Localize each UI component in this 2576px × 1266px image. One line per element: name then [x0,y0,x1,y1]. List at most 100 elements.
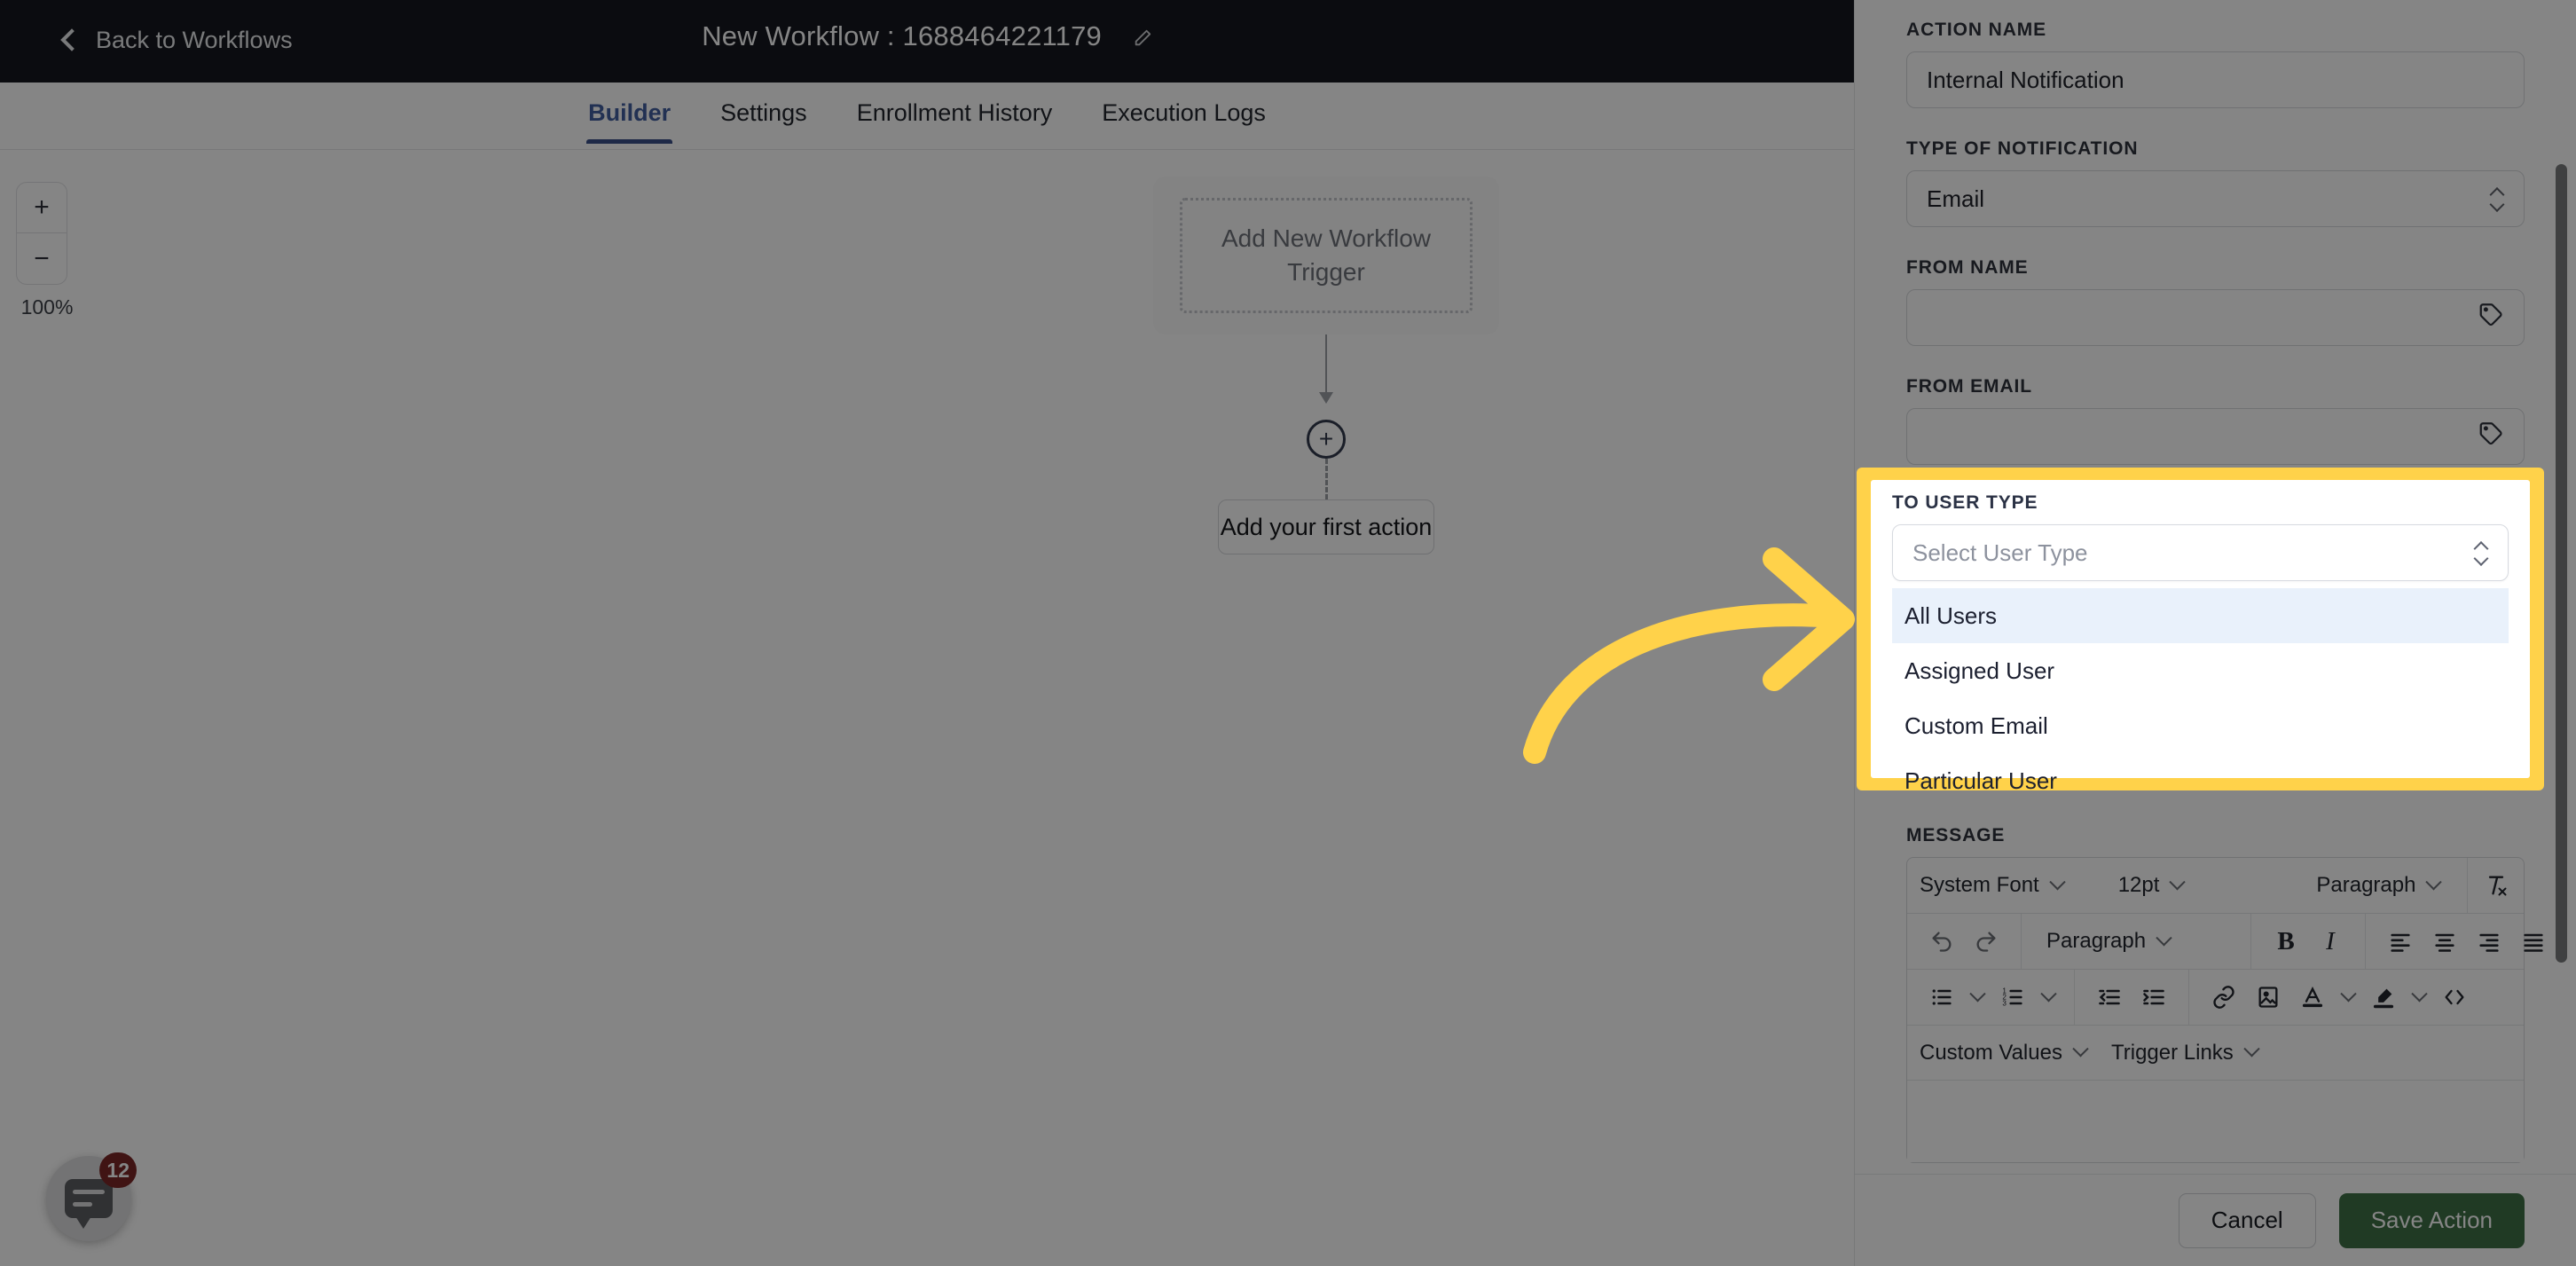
italic-button[interactable]: I [2308,919,2352,963]
from-email-input[interactable] [1906,408,2525,465]
redo-icon[interactable] [1964,919,2008,963]
outdent-icon[interactable] [2087,975,2132,1019]
message-body-editable[interactable] [1907,1081,2524,1162]
to-user-type-select[interactable]: Select User Type [1892,524,2509,581]
editor-format-select[interactable]: Paragraph [2304,873,2467,898]
align-right-icon[interactable] [2467,919,2511,963]
option-assigned-user[interactable]: Assigned User [1892,643,2509,698]
panel-scrollbar[interactable] [2556,164,2567,963]
chevron-down-icon[interactable] [2406,975,2432,1019]
trigger-links-label: Trigger Links [2110,1040,2234,1065]
workflow-title-text: New Workflow : 1688464221179 [702,20,1102,51]
editor-toolbar-row-4: Custom Values Trigger Links [1907,1026,2524,1081]
type-of-notification-value: Email [1927,185,1985,212]
field-type-of-notification: TYPE OF NOTIFICATION Email [1906,138,2525,227]
highlight-color-icon[interactable] [2361,975,2406,1019]
bold-button[interactable]: B [2264,919,2308,963]
editor-toolbar-row-3: 123 [1907,970,2524,1026]
editor-style-group: B I [2251,914,2366,969]
numbered-list-icon[interactable]: 123 [1991,975,2035,1019]
chevron-down-icon [2156,929,2172,946]
editor-font-select[interactable]: System Font [1907,873,2106,898]
chevron-down-icon [2072,1041,2089,1058]
undo-icon[interactable] [1920,919,1964,963]
chevron-down-icon [2049,873,2066,890]
cancel-button[interactable]: Cancel [2178,1192,2316,1248]
chevron-down-icon [2425,873,2443,890]
zoom-in-button[interactable]: + [16,182,67,233]
field-message: MESSAGE System Font 12pt Paragraph Parag… [1906,825,2543,1163]
option-all-users[interactable]: All Users [1892,588,2509,643]
editor-block-value: Paragraph [2046,929,2147,953]
chat-bubble-icon [65,1179,113,1229]
source-code-icon[interactable] [2432,975,2477,1019]
top-header-bar: Back to Workflows New Workflow : 1688464… [0,0,1854,83]
workflow-title: New Workflow : 1688464221179 [0,20,1854,52]
to-user-type-placeholder: Select User Type [1912,539,2088,566]
custom-values-label: Custom Values [1920,1040,2062,1065]
align-justify-icon[interactable] [2511,919,2556,963]
editor-fontsize-select[interactable]: 12pt [2106,873,2305,898]
chat-widget-button[interactable]: 12 [46,1152,137,1241]
image-icon[interactable] [2246,975,2290,1019]
custom-values-dropdown[interactable]: Custom Values [1907,1041,2099,1065]
option-custom-email[interactable]: Custom Email [1892,698,2509,753]
editor-font-value: System Font [1920,873,2039,897]
editor-align-group [2366,914,2568,969]
save-action-button[interactable]: Save Action [2338,1192,2525,1248]
editor-fontsize-value: 12pt [2117,873,2160,897]
svg-text:3: 3 [2002,999,2007,1007]
field-from-email: FROM EMAIL [1906,376,2525,465]
tab-execution-logs[interactable]: Execution Logs [1077,83,1291,143]
zoom-controls: + − 100% [16,182,78,319]
chevron-down-icon[interactable] [1964,975,1991,1019]
tab-settings[interactable]: Settings [695,83,832,143]
pencil-icon[interactable] [1133,23,1152,46]
editor-format-value: Paragraph [2316,873,2416,897]
indent-icon[interactable] [2132,975,2176,1019]
trigger-links-dropdown[interactable]: Trigger Links [2099,1041,2270,1065]
align-left-icon[interactable] [2378,919,2423,963]
action-name-input[interactable]: Internal Notification [1906,51,2525,108]
from-name-input[interactable] [1906,289,2525,346]
chevron-down-icon[interactable] [2035,975,2062,1019]
type-of-notification-select[interactable]: Email [1906,170,2525,227]
zoom-out-button[interactable]: − [16,233,67,285]
workflow-flow: Add New Workflow Trigger + Add your firs… [1153,177,1499,554]
editor-list-group: 123 [1907,970,2075,1025]
to-user-type-options-list: All Users Assigned User Custom Email Par… [1892,588,2509,808]
flow-connector-line [1153,334,1499,420]
tab-builder[interactable]: Builder [563,83,695,144]
tab-enrollment-history[interactable]: Enrollment History [832,83,1078,143]
chevron-down-icon[interactable] [2335,975,2361,1019]
align-center-icon[interactable] [2423,919,2467,963]
editor-toolbar-row-2: Paragraph B I [1907,914,2543,970]
option-particular-user[interactable]: Particular User [1892,753,2509,808]
add-action-node-button[interactable]: + [1307,420,1346,459]
editor-toolbar-row-1: System Font 12pt Paragraph [1907,858,2524,914]
add-first-action-button[interactable]: Add your first action [1218,499,1434,554]
editor-block-select[interactable]: Paragraph [2034,929,2238,954]
curved-arrow-right-icon [1523,547,1855,764]
to-user-type-highlight-box: TO USER TYPE Select User Type All Users … [1857,468,2544,794]
chevron-updown-icon [2492,189,2504,209]
tag-icon[interactable] [2478,302,2504,334]
to-user-type-field: TO USER TYPE Select User Type All Users … [1871,480,2530,794]
to-user-type-label: TO USER TYPE [1892,492,2038,513]
panel-footer: Cancel Save Action [1855,1174,2576,1266]
chevron-down-icon [2169,873,2187,890]
zoom-level-label: 100% [20,295,74,318]
link-icon[interactable] [2202,975,2246,1019]
tag-icon[interactable] [2478,421,2504,453]
type-of-notification-label: TYPE OF NOTIFICATION [1906,138,2139,159]
field-action-name: ACTION NAME Internal Notification [1906,20,2525,108]
text-color-icon[interactable] [2290,975,2335,1019]
message-rich-text-editor[interactable]: System Font 12pt Paragraph Paragraph B I… [1906,857,2543,1163]
clear-formatting-icon[interactable] [2467,858,2524,913]
bullet-list-icon[interactable] [1920,975,1964,1019]
action-name-label: ACTION NAME [1906,20,2047,40]
add-workflow-trigger-card[interactable]: Add New Workflow Trigger [1153,177,1499,334]
field-from-name: FROM NAME [1906,257,2525,346]
from-email-label: FROM EMAIL [1906,376,2032,397]
from-name-label: FROM NAME [1906,257,2029,278]
